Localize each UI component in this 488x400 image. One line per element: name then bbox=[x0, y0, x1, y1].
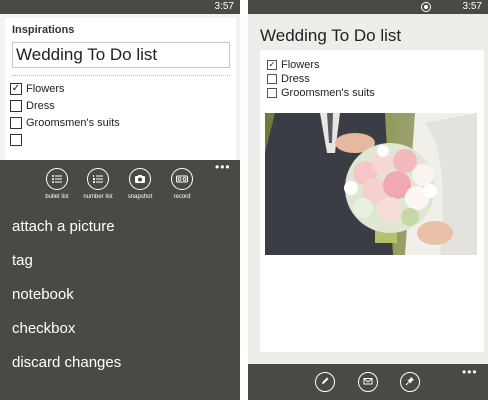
checkbox[interactable] bbox=[267, 88, 277, 98]
note-title: Wedding To Do list bbox=[260, 26, 402, 45]
record-button[interactable]: record bbox=[162, 168, 202, 200]
edit-button[interactable] bbox=[315, 372, 335, 392]
status-bar: 3:57 bbox=[248, 0, 488, 14]
record-label: record bbox=[173, 194, 191, 200]
email-button[interactable] bbox=[358, 372, 378, 392]
menu-item-discard-changes[interactable]: discard changes bbox=[12, 354, 121, 388]
note-title-field[interactable]: Wedding To Do list bbox=[12, 42, 230, 68]
edit-icon bbox=[320, 376, 330, 387]
view-note-pane: 3:57 Wedding To Do list ✓ Flowers Dress … bbox=[248, 0, 488, 400]
status-bar: 3:57 bbox=[0, 0, 240, 14]
checklist-item[interactable]: Dress bbox=[267, 72, 375, 86]
pin-button[interactable] bbox=[400, 372, 420, 392]
divider bbox=[12, 75, 230, 76]
pin-icon bbox=[405, 376, 415, 387]
app-bar: ••• bbox=[248, 364, 488, 400]
snapshot-button[interactable]: snapshot bbox=[120, 168, 160, 200]
bullet-list-label: bullet list bbox=[45, 194, 69, 200]
checklist-item-label: Flowers bbox=[281, 59, 320, 71]
wedding-bouquet-photo bbox=[265, 113, 477, 255]
more-options-icon[interactable]: ••• bbox=[462, 366, 478, 378]
checkbox-checked[interactable]: ✓ bbox=[267, 60, 277, 70]
checklist-item-label: Dress bbox=[26, 99, 55, 112]
menu-item-checkbox[interactable]: checkbox bbox=[12, 320, 121, 354]
more-options-icon[interactable]: ••• bbox=[215, 161, 231, 173]
checklist-item-empty[interactable] bbox=[10, 131, 120, 148]
checklist-item-label: Dress bbox=[281, 73, 310, 85]
checkbox[interactable] bbox=[10, 133, 22, 146]
checklist-item-label: Flowers bbox=[26, 82, 65, 95]
number-list-label: number list bbox=[83, 194, 113, 200]
checklist-item[interactable]: Groomsmen's suits bbox=[10, 114, 120, 131]
checkbox[interactable] bbox=[10, 116, 22, 129]
status-time: 3:57 bbox=[462, 1, 482, 12]
note-editor: Inspirations Wedding To Do list ✓ Flower… bbox=[5, 18, 236, 160]
checkbox[interactable] bbox=[267, 74, 277, 84]
record-icon bbox=[171, 168, 193, 190]
edit-note-pane: 3:57 Inspirations Wedding To Do list ✓ F… bbox=[0, 0, 240, 400]
menu-item-tag[interactable]: tag bbox=[12, 252, 121, 286]
notebook-label: Inspirations bbox=[12, 24, 75, 36]
checklist-item-label: Groomsmen's suits bbox=[26, 116, 120, 129]
checklist-item[interactable]: ✓ Flowers bbox=[267, 58, 375, 72]
number-list-button[interactable]: number list bbox=[78, 168, 118, 200]
snapshot-label: snapshot bbox=[127, 194, 153, 200]
menu-item-notebook[interactable]: notebook bbox=[12, 286, 121, 320]
bullet-list-button[interactable]: bullet list bbox=[37, 168, 77, 200]
checklist-item[interactable]: Dress bbox=[10, 97, 120, 114]
bullet-list-icon bbox=[46, 168, 68, 190]
app-bar-expanded: bullet list number list snapshot record … bbox=[0, 160, 240, 400]
checklist-item-label: Groomsmen's suits bbox=[281, 87, 375, 99]
number-list-icon bbox=[87, 168, 109, 190]
location-icon bbox=[421, 2, 431, 12]
menu-item-attach-picture[interactable]: attach a picture bbox=[12, 218, 121, 252]
note-content: ✓ Flowers Dress Groomsmen's suits bbox=[260, 50, 484, 352]
status-time: 3:57 bbox=[214, 1, 234, 12]
checkbox-checked[interactable]: ✓ bbox=[10, 82, 22, 95]
camera-icon bbox=[129, 168, 151, 190]
app-bar-menu: attach a picture tag notebook checkbox d… bbox=[12, 218, 121, 388]
email-icon bbox=[363, 376, 373, 387]
checklist-item[interactable]: ✓ Flowers bbox=[10, 80, 120, 97]
checklist: ✓ Flowers Dress Groomsmen's suits bbox=[10, 80, 120, 148]
checklist: ✓ Flowers Dress Groomsmen's suits bbox=[267, 58, 375, 100]
checkbox[interactable] bbox=[10, 99, 22, 112]
checklist-item[interactable]: Groomsmen's suits bbox=[267, 86, 375, 100]
